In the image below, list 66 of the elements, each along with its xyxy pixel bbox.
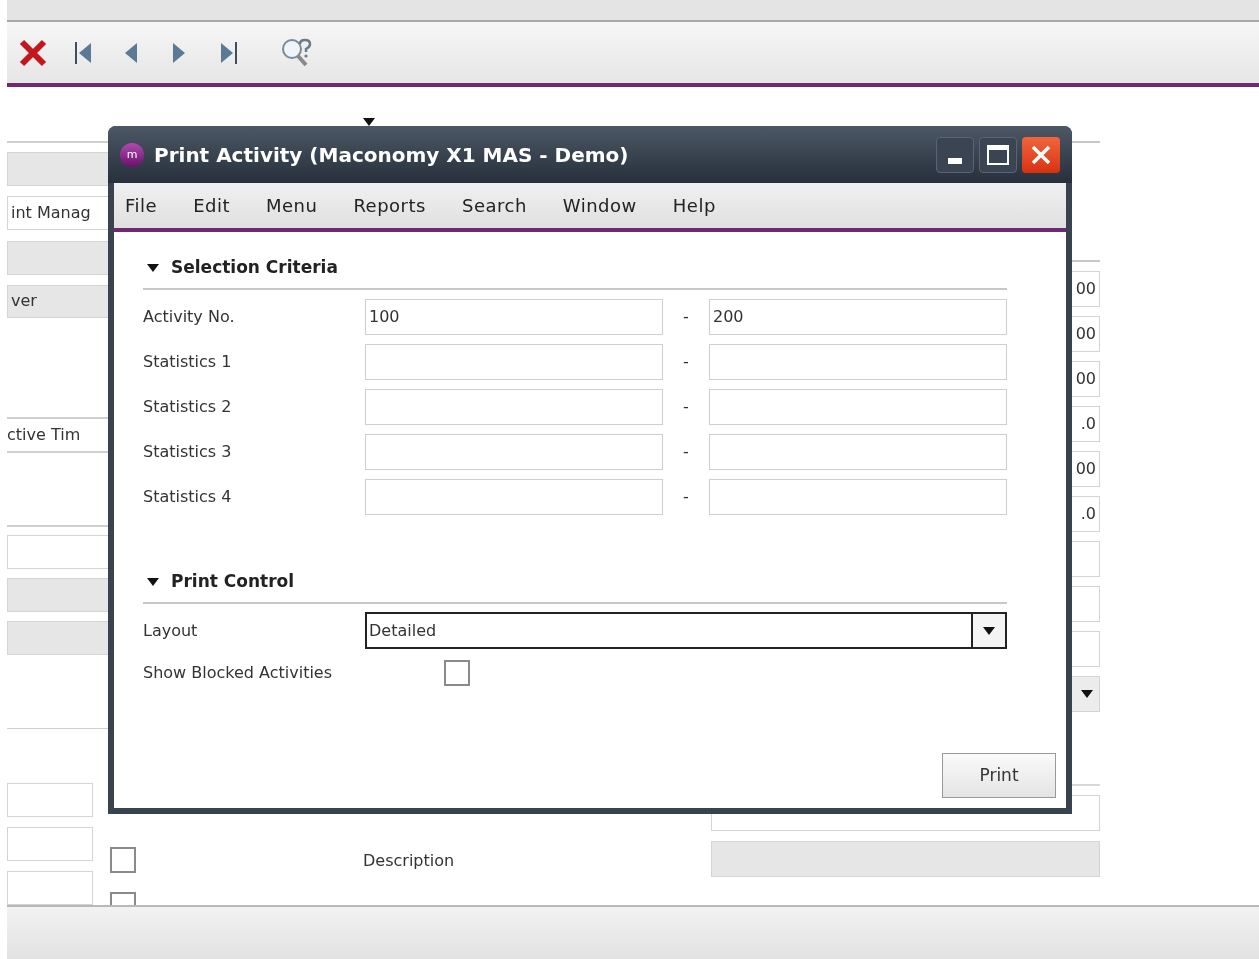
form-field[interactable] [7, 871, 93, 905]
menu-item[interactable]: Window [562, 192, 637, 219]
input-field[interactable] [709, 434, 1007, 470]
range-separator: - [682, 441, 690, 463]
maximize-icon[interactable] [987, 144, 1009, 165]
collapse-icon[interactable] [147, 263, 159, 273]
minimize-button[interactable] [936, 136, 974, 173]
input-field[interactable] [365, 389, 663, 425]
input-field[interactable]: 100 [365, 299, 663, 335]
input-field[interactable] [709, 389, 1007, 425]
field-label: Statistics 4 [143, 486, 233, 508]
menu-item[interactable]: Edit [193, 192, 230, 219]
input-field[interactable]: 200 [709, 299, 1007, 335]
dropdown-arrow-icon[interactable] [1081, 690, 1093, 698]
app-icon: m [120, 142, 144, 167]
form-field[interactable] [7, 783, 93, 818]
input-field[interactable] [709, 344, 1007, 380]
range-separator: - [682, 306, 690, 328]
search-help-icon[interactable] [280, 36, 314, 69]
checkbox[interactable] [444, 660, 470, 686]
field-value: .0 [1080, 503, 1096, 525]
field-value: int Manag [11, 201, 91, 224]
form-field[interactable] [7, 534, 110, 569]
field-label: Statistics 1 [143, 351, 233, 373]
close-button[interactable] [1022, 136, 1060, 173]
collapse-icon[interactable] [147, 577, 159, 587]
menu-item[interactable]: File [125, 192, 158, 219]
minimize-icon[interactable] [948, 157, 962, 164]
menu-item[interactable]: Help [672, 192, 716, 219]
field-label: Layout [143, 619, 199, 642]
window-title: Print Activity (Maconomy X1 MAS - Demo) [154, 141, 629, 169]
field-label: Statistics 3 [143, 441, 233, 463]
last-record-icon[interactable] [218, 39, 240, 66]
field-label: Activity No. [143, 306, 236, 328]
maximize-button[interactable] [979, 136, 1017, 173]
range-separator: - [682, 351, 690, 373]
menu-item[interactable]: Search [461, 192, 527, 219]
form-field[interactable]: int Manag [7, 195, 110, 230]
input-field[interactable] [709, 479, 1007, 515]
delete-icon[interactable] [18, 37, 48, 68]
field-value: ver [11, 290, 37, 313]
checkbox[interactable] [110, 847, 136, 873]
form-field[interactable] [7, 827, 93, 862]
input-field[interactable] [365, 479, 663, 515]
range-separator: - [682, 396, 690, 418]
field-label: ctive Tim [7, 424, 81, 447]
field-value: 00 [1075, 458, 1096, 480]
print-button[interactable]: Print [942, 753, 1056, 798]
select-value: Detailed [368, 619, 438, 642]
field-value: 00 [1075, 368, 1096, 390]
field-label: Statistics 2 [143, 396, 233, 418]
field-label: Description [363, 850, 455, 872]
field-value: 00 [1075, 278, 1096, 300]
menu-item[interactable]: Reports [353, 192, 426, 219]
field-value: .0 [1080, 413, 1096, 435]
first-record-icon[interactable] [72, 39, 94, 66]
field-label: Show Blocked Activities [143, 662, 334, 684]
menu-item[interactable]: Menu [266, 192, 318, 219]
section-heading: Selection Criteria [171, 256, 338, 280]
close-icon[interactable] [1030, 143, 1052, 166]
range-separator: - [682, 486, 690, 508]
input-field[interactable] [365, 344, 663, 380]
input-field[interactable] [365, 434, 663, 470]
layout-select[interactable]: Detailed [365, 612, 1007, 649]
section-heading: Print Control [171, 570, 295, 594]
field-value: 00 [1075, 323, 1096, 345]
